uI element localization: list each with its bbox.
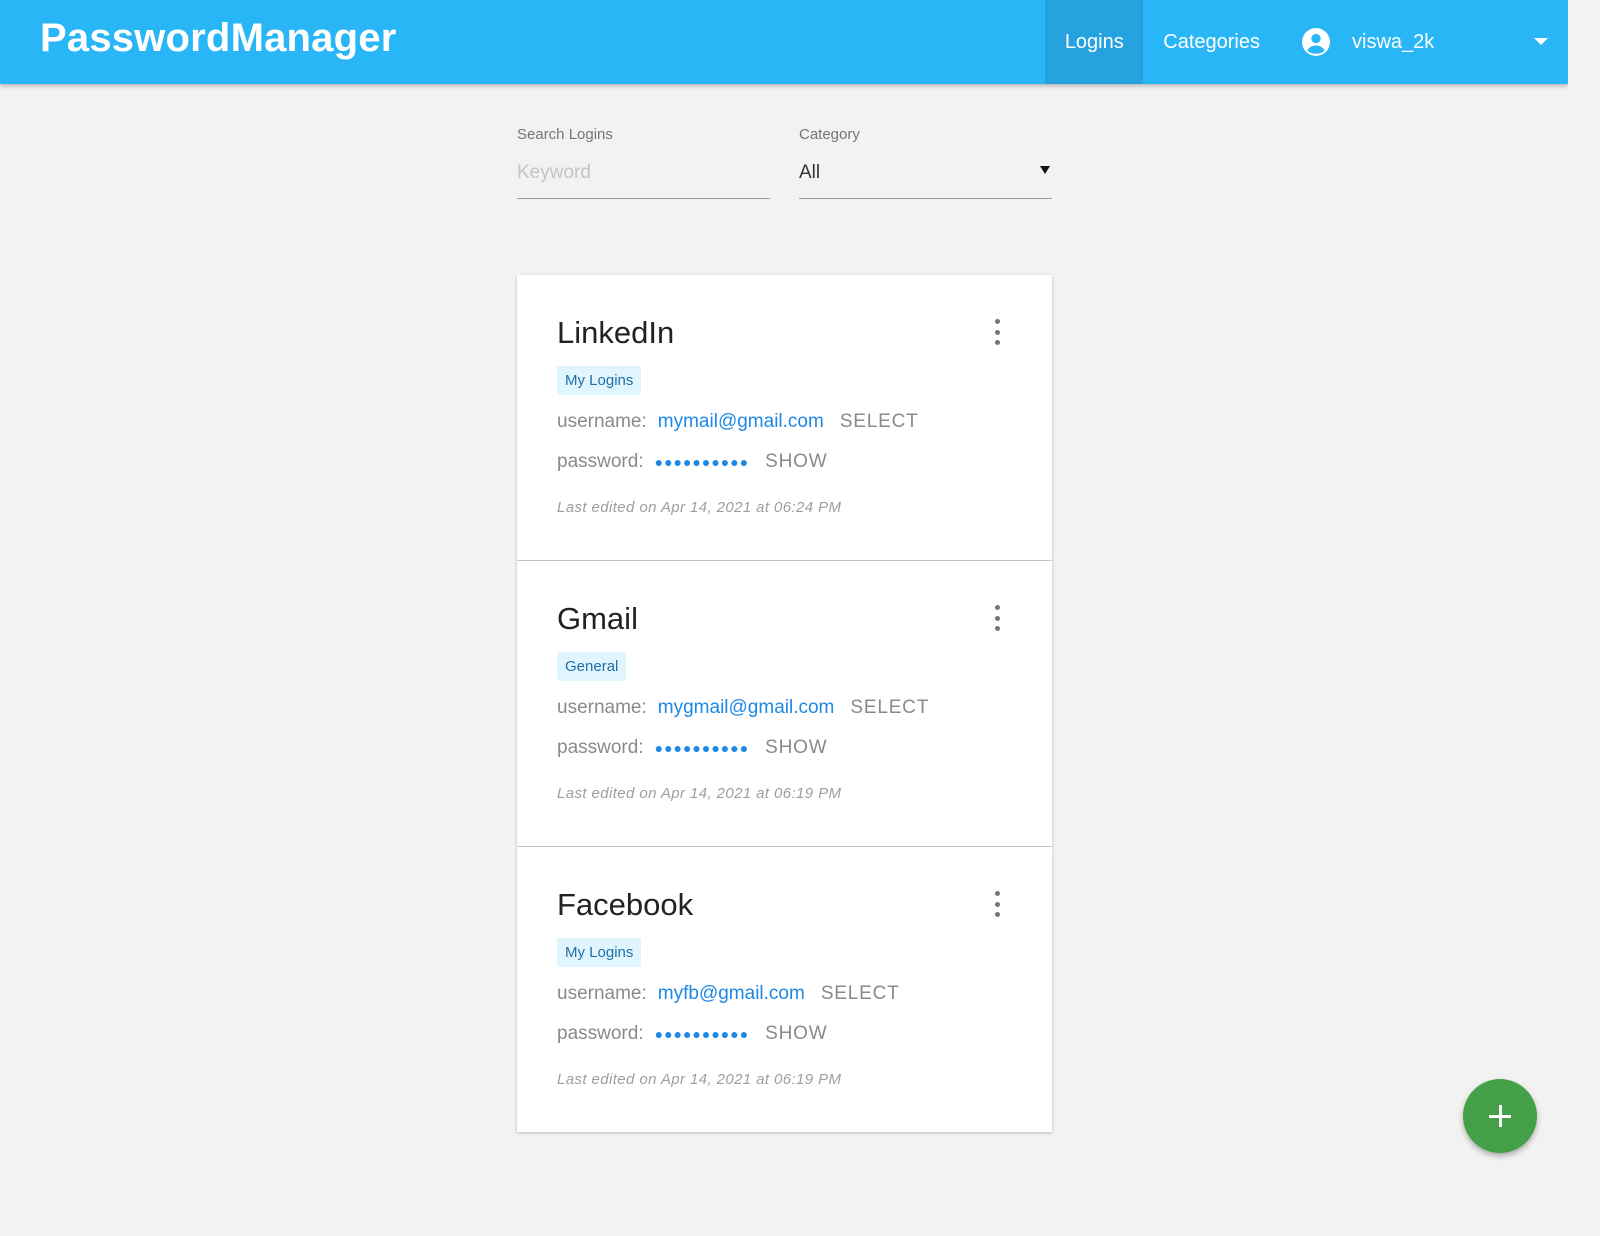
category-chip: My Logins <box>557 366 642 395</box>
show-button[interactable]: SHOW <box>765 1023 827 1045</box>
password-key: password: <box>557 737 644 758</box>
password-key: password: <box>557 451 644 472</box>
select-button[interactable]: SELECT <box>850 697 929 719</box>
search-label: Search Logins <box>517 126 613 143</box>
account-circle-icon <box>1302 28 1330 56</box>
category-chip: General <box>557 652 627 681</box>
username-key: username: <box>557 697 647 718</box>
select-button[interactable]: SELECT <box>821 983 900 1005</box>
brand-title[interactable]: PasswordManager <box>40 16 396 61</box>
password-mask: ●●●●●●●●●● <box>654 454 750 470</box>
username-key: username: <box>557 411 647 432</box>
show-button[interactable]: SHOW <box>765 737 827 759</box>
more-vert-icon[interactable] <box>990 891 1004 917</box>
more-vert-icon[interactable] <box>990 319 1004 345</box>
last-edited: Last edited on Apr 14, 2021 at 06:24 PM <box>557 499 842 516</box>
user-menu[interactable]: viswa_2k <box>1280 0 1568 84</box>
nav-categories[interactable]: Categories <box>1143 0 1280 84</box>
login-card: Gmail General username: mygmail@gmail.co… <box>517 561 1052 846</box>
password-mask: ●●●●●●●●●● <box>654 1026 750 1042</box>
username-label: viswa_2k <box>1352 30 1435 53</box>
category-selected-value: All <box>799 161 821 183</box>
top-nav: Logins Categories viswa_2k <box>1045 0 1568 84</box>
username-key: username: <box>557 983 647 1004</box>
select-button[interactable]: SELECT <box>840 411 919 433</box>
category-label: Category <box>799 126 860 143</box>
search-field <box>517 157 770 199</box>
password-row: password: ●●●●●●●●●● SHOW <box>557 1023 827 1045</box>
password-row: password: ●●●●●●●●●● SHOW <box>557 451 827 473</box>
login-title: Gmail <box>557 601 638 636</box>
username-row: username: myfb@gmail.com SELECT <box>557 983 900 1005</box>
login-card: LinkedIn My Logins username: mymail@gmai… <box>517 275 1052 560</box>
password-row: password: ●●●●●●●●●● SHOW <box>557 737 827 759</box>
login-title: Facebook <box>557 887 694 922</box>
password-mask: ●●●●●●●●●● <box>654 740 750 756</box>
plus-icon <box>1489 1105 1511 1127</box>
login-title: LinkedIn <box>557 315 675 350</box>
search-filter: Search Logins <box>517 126 770 199</box>
last-edited: Last edited on Apr 14, 2021 at 06:19 PM <box>557 785 842 802</box>
dropdown-arrow-icon <box>1040 166 1050 174</box>
app-bar: PasswordManager Logins Categories viswa_… <box>0 0 1568 84</box>
username-value[interactable]: mygmail@gmail.com <box>658 697 835 719</box>
username-value[interactable]: myfb@gmail.com <box>658 983 805 1005</box>
add-login-button[interactable] <box>1463 1079 1537 1153</box>
login-card: Facebook My Logins username: myfb@gmail.… <box>517 847 1052 1132</box>
username-row: username: mygmail@gmail.com SELECT <box>557 697 929 719</box>
category-filter: Category All <box>799 126 1052 199</box>
search-input[interactable] <box>517 161 770 184</box>
username-row: username: mymail@gmail.com SELECT <box>557 411 919 433</box>
nav-logins[interactable]: Logins <box>1045 0 1144 84</box>
scrollbar-track[interactable] <box>1568 0 1600 1236</box>
show-button[interactable]: SHOW <box>765 451 827 473</box>
username-value[interactable]: mymail@gmail.com <box>658 411 824 433</box>
password-key: password: <box>557 1023 644 1044</box>
category-select[interactable]: All <box>799 157 1052 199</box>
chevron-down-icon <box>1534 38 1548 45</box>
category-chip: My Logins <box>557 938 642 967</box>
last-edited: Last edited on Apr 14, 2021 at 06:19 PM <box>557 1071 842 1088</box>
more-vert-icon[interactable] <box>990 605 1004 631</box>
